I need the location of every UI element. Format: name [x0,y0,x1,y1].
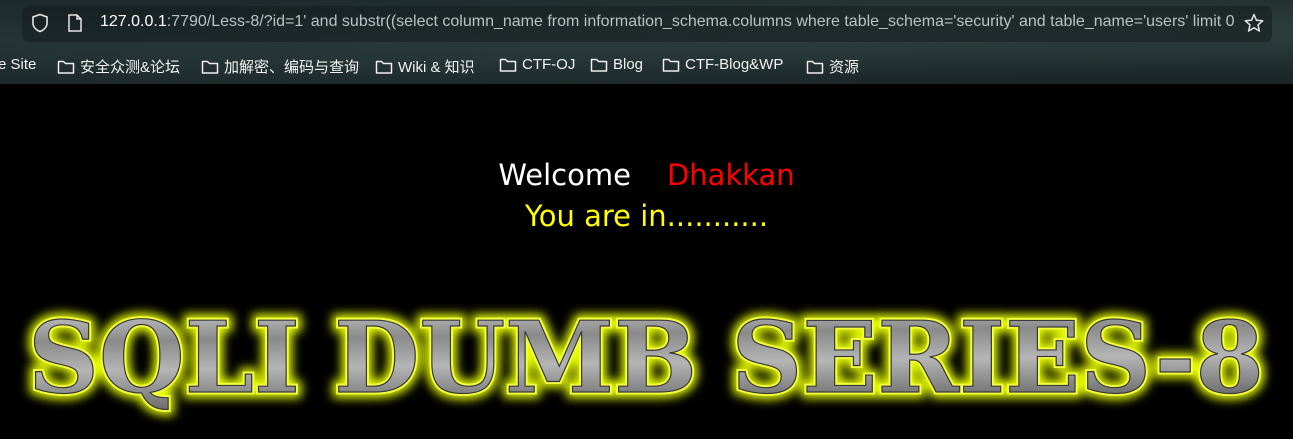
folder-icon [201,60,219,74]
browser-chrome: 127.0.0.1:7790/Less-8/?id=1' and substr(… [0,0,1293,84]
bookmark-label: 资源 [829,59,860,76]
bookmark-label: 加解密、编码与查询 [224,59,360,76]
bookmark-site[interactable]: e Site [0,56,36,73]
bookmark-folder-wiki[interactable]: Wiki & 知识 [375,56,475,77]
bookmark-label: CTF-Blog&WP [685,56,784,73]
folder-icon [662,58,680,72]
login-status: You are in........... [524,199,769,233]
bookmark-label: CTF-OJ [522,56,576,73]
bookmark-folder-security[interactable]: 安全众测&论坛 [57,56,180,77]
folder-icon [57,60,75,74]
url-host: 127.0.0.1 [100,13,167,30]
welcome-text: Welcome [498,158,631,192]
bookmark-folder-ctf-blog[interactable]: CTF-Blog&WP [662,56,783,73]
bookmark-folder-crypto[interactable]: 加解密、编码与查询 [201,56,359,77]
banner-text: SQLI DUMB SERIES-8 [28,301,1264,416]
bookmark-label: e Site [0,56,37,73]
bookmark-label: Blog [613,56,644,73]
folder-icon [806,60,824,74]
bookmark-label: 安全众测&论坛 [80,59,181,76]
star-icon[interactable] [1244,13,1264,33]
shield-icon[interactable] [30,13,50,33]
bookmark-label: Wiki & 知识 [398,59,475,76]
page-icon[interactable] [67,14,83,32]
series-title-banner: SQLI DUMB SERIES-8 SQLI DUMB SERIES-8 SQ… [22,300,1270,422]
user-name: Dhakkan [666,158,795,192]
url-text[interactable]: 127.0.0.1:7790/Less-8/?id=1' and substr(… [100,13,1235,31]
url-path: :7790/Less-8/?id=1' and substr((select c… [166,13,1235,30]
bookmark-folder-blog[interactable]: Blog [590,56,643,73]
folder-icon [499,58,517,72]
welcome-line: Welcome Dhakkan [0,158,1293,192]
bookmark-folder-ctf-oj[interactable]: CTF-OJ [499,56,575,73]
folder-icon [590,58,608,72]
folder-icon [375,60,393,74]
bookmark-folder-resources[interactable]: 资源 [806,56,859,77]
